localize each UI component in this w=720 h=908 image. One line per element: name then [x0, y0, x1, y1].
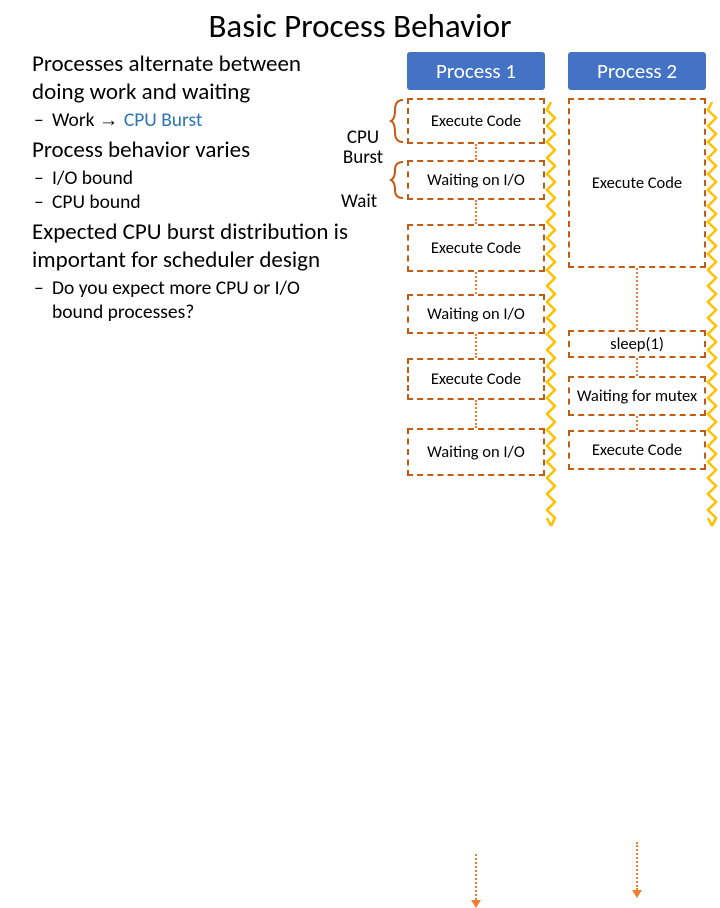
p1-box-3: Waiting on I/O — [407, 294, 545, 334]
p2-arrow-2 — [631, 416, 643, 430]
p1-arrow-2 — [470, 272, 482, 294]
p1-box-1: Waiting on I/O — [407, 160, 545, 200]
p1-arrow-0 — [470, 144, 482, 160]
p1-arrow-final — [470, 854, 482, 900]
bullet-1-sub-1: Work → CPU Burst — [52, 108, 355, 132]
slide-title: Basic Process Behavior — [0, 0, 720, 50]
process-2-header: Process 2 — [568, 52, 706, 90]
p2-box-3: Execute Code — [568, 430, 706, 470]
p1-arrow-1 — [470, 200, 482, 224]
arrow-icon: → — [99, 109, 124, 131]
p1-box-0: Execute Code — [407, 98, 545, 144]
p1-box-2: Execute Code — [407, 224, 545, 272]
process-2-column: Process 2 Execute Code sleep(1) Waiting … — [568, 52, 706, 518]
p2-arrow-1 — [631, 358, 643, 376]
bullet-3-sub-1: Do you expect more CPU or I/O bound proc… — [52, 276, 355, 324]
p2-box-2: Waiting for mutex — [568, 376, 706, 416]
slide-body: Processes alternate between doing work a… — [0, 50, 720, 324]
bullet-2-sub-2: CPU bound — [52, 190, 355, 214]
diagram-area: CPU Burst Wait Process 1 Execute Code Wa… — [355, 50, 720, 324]
cpu-burst-label: CPU Burst — [335, 128, 391, 168]
process-1-column: Process 1 Execute Code Waiting on I/O Ex… — [407, 52, 545, 522]
process-2-stack: Execute Code sleep(1) Waiting for mutex … — [568, 98, 706, 518]
p1-arrow-4 — [470, 400, 482, 428]
p2-box-0: Execute Code — [568, 98, 706, 268]
process-1-stack: Execute Code Waiting on I/O Execute Code… — [407, 98, 545, 522]
bullet-2-sub-1: I/O bound — [52, 166, 355, 190]
bullet-1: Processes alternate between doing work a… — [32, 50, 355, 106]
p1-arrow-3 — [470, 334, 482, 358]
p2-arrow-0 — [631, 268, 643, 330]
p1-squiggle — [545, 102, 557, 542]
p2-squiggle — [706, 102, 718, 542]
wait-label: Wait — [341, 192, 377, 212]
cpu-burst-text: CPU Burst — [124, 108, 203, 132]
p2-arrow-final — [631, 842, 643, 890]
bullet-2: Process behavior varies — [32, 136, 355, 164]
bullet-list: Processes alternate between doing work a… — [0, 50, 355, 324]
p2-box-1: sleep(1) — [568, 330, 706, 358]
p1-box-4: Execute Code — [407, 358, 545, 400]
bullet-3: Expected CPU burst distribution is impor… — [32, 218, 355, 274]
process-1-header: Process 1 — [407, 52, 545, 90]
p1-box-5: Waiting on I/O — [407, 428, 545, 476]
sub-text: Work — [52, 108, 99, 132]
